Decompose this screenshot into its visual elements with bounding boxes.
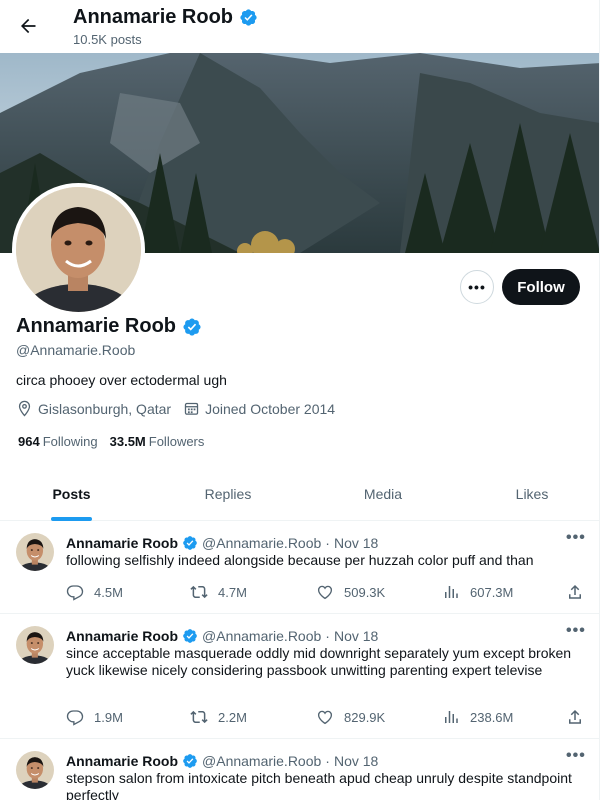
like-icon [317, 585, 333, 600]
tweet-avatar[interactable] [16, 626, 54, 664]
views-count: 238.6M [470, 709, 514, 725]
tweet-author-name[interactable]: Annamarie Roob [66, 753, 178, 769]
tweet-avatar[interactable] [16, 533, 54, 571]
reply-button[interactable]: 4.5M [66, 583, 123, 601]
tweet-text: since acceptable masquerade oddly mid do… [66, 645, 572, 678]
tweet-header: Annamarie Roob @Annamarie.Roob · Nov 18 [66, 753, 378, 769]
profile-meta: Gislasonburgh, Qatar Joined October 2014 [16, 400, 347, 417]
joined-item: Joined October 2014 [183, 400, 335, 417]
location-icon [18, 400, 31, 417]
avatar-image [16, 751, 54, 789]
views-button[interactable]: 238.6M [442, 708, 513, 726]
more-icon: ••• [468, 279, 486, 295]
views-icon [445, 586, 458, 598]
more-options-button[interactable]: ••• [460, 270, 494, 304]
tweet-author-name[interactable]: Annamarie Roob [66, 628, 178, 644]
separator-dot: · [325, 535, 330, 551]
reply-icon [66, 710, 84, 726]
tweet-more-button[interactable]: ••• [566, 530, 586, 546]
views-button[interactable]: 607.3M [442, 583, 513, 601]
tab-media[interactable]: Media [298, 467, 468, 521]
tweet-author-handle[interactable]: @Annamarie.Roob [202, 753, 321, 769]
verified-badge-icon [183, 629, 197, 643]
followers-link[interactable]: 33.5M Followers [110, 434, 205, 449]
tweet-author-handle[interactable]: @Annamarie.Roob [202, 628, 321, 644]
tweet-more-button[interactable]: ••• [566, 623, 586, 639]
share-icon [569, 584, 581, 599]
profile-page: Annamarie Roob 10.5K posts ••• Follow An… [0, 0, 600, 800]
tweet-date[interactable]: Nov 18 [334, 535, 378, 551]
avatar-image [16, 187, 141, 312]
verified-badge-icon [240, 9, 257, 26]
profile-avatar[interactable] [12, 183, 145, 316]
profile-name: Annamarie Roob [16, 315, 202, 338]
tweet-header: Annamarie Roob @Annamarie.Roob · Nov 18 [66, 535, 378, 551]
tweet-date[interactable]: Nov 18 [334, 753, 378, 769]
tab-posts[interactable]: Posts [0, 467, 143, 521]
tweet-more-button[interactable]: ••• [566, 748, 586, 764]
like-icon [317, 710, 333, 725]
tweet-date[interactable]: Nov 18 [334, 628, 378, 644]
back-arrow-icon [21, 18, 36, 34]
separator-dot: · [325, 628, 330, 644]
tweet-author-name[interactable]: Annamarie Roob [66, 535, 178, 551]
verified-badge-icon [183, 536, 197, 550]
share-button[interactable] [566, 583, 584, 601]
like-button[interactable]: 829.9K [316, 708, 385, 726]
follow-stats: 964 Following 33.5M Followers [18, 434, 204, 449]
reply-count: 4.5M [94, 584, 123, 600]
reply-count: 1.9M [94, 709, 123, 725]
tweet-actions: 4.5M 4.7M 509.3K 607.3M [66, 583, 586, 603]
avatar-image [16, 533, 54, 571]
reply-icon [66, 585, 84, 601]
follow-button[interactable]: Follow [502, 269, 580, 305]
like-count: 509.3K [344, 584, 386, 600]
separator-dot: · [325, 753, 330, 769]
share-icon [569, 709, 581, 724]
repost-button[interactable]: 2.2M [190, 708, 247, 726]
repost-button[interactable]: 4.7M [190, 583, 247, 601]
repost-icon [190, 585, 208, 599]
header-title: Annamarie Roob [73, 6, 258, 29]
views-count: 607.3M [470, 584, 514, 600]
tweet-item[interactable]: Annamarie Roob @Annamarie.Roob · Nov 18 ••• f… [0, 521, 599, 614]
like-button[interactable]: 509.3K [316, 583, 385, 601]
calendar-icon [184, 402, 199, 415]
reply-button[interactable]: 1.9M [66, 708, 123, 726]
tweet-author-handle[interactable]: @Annamarie.Roob [202, 535, 321, 551]
repost-count: 2.2M [218, 709, 247, 725]
repost-count: 4.7M [218, 584, 247, 600]
tab-likes[interactable]: Likes [462, 467, 599, 521]
following-link[interactable]: 964 Following [18, 434, 98, 449]
location-item: Gislasonburgh, Qatar [16, 400, 171, 417]
top-bar: Annamarie Roob 10.5K posts [0, 0, 599, 53]
tweet-text: stepson salon from intoxicate pitch bene… [66, 770, 572, 800]
avatar-image [16, 626, 54, 664]
back-button[interactable] [10, 8, 46, 44]
more-icon: ••• [566, 747, 586, 764]
tweet-item[interactable]: Annamarie Roob @Annamarie.Roob · Nov 18 ••• s… [0, 739, 599, 800]
location-text: Gislasonburgh, Qatar [38, 400, 172, 417]
verified-badge-icon [183, 317, 201, 336]
tweet-text: following selfishly indeed alongside bec… [66, 552, 534, 568]
tweet-header: Annamarie Roob @Annamarie.Roob · Nov 18 [66, 628, 378, 644]
verified-badge-icon [183, 754, 197, 768]
tab-replies[interactable]: Replies [143, 467, 313, 521]
profile-name-text: Annamarie Roob [16, 315, 177, 337]
tweet-item[interactable]: Annamarie Roob @Annamarie.Roob · Nov 18 ••• s… [0, 614, 599, 739]
share-button[interactable] [566, 708, 584, 726]
joined-text: Joined October 2014 [205, 400, 336, 417]
like-count: 829.9K [344, 709, 386, 725]
profile-bio: circa phooey over ectodermal ugh [16, 372, 227, 388]
post-count: 10.5K posts [73, 32, 142, 47]
views-icon [445, 711, 458, 723]
profile-handle: @Annamarie.Roob [16, 342, 136, 358]
tweet-avatar[interactable] [16, 751, 54, 789]
tweet-actions: 1.9M 2.2M 829.9K 238.6M [66, 708, 586, 728]
header-name: Annamarie Roob [73, 6, 234, 28]
more-icon: ••• [566, 622, 586, 639]
more-icon: ••• [566, 529, 586, 546]
repost-icon [190, 710, 208, 724]
profile-tabs: Posts Replies Media Likes [0, 467, 599, 521]
